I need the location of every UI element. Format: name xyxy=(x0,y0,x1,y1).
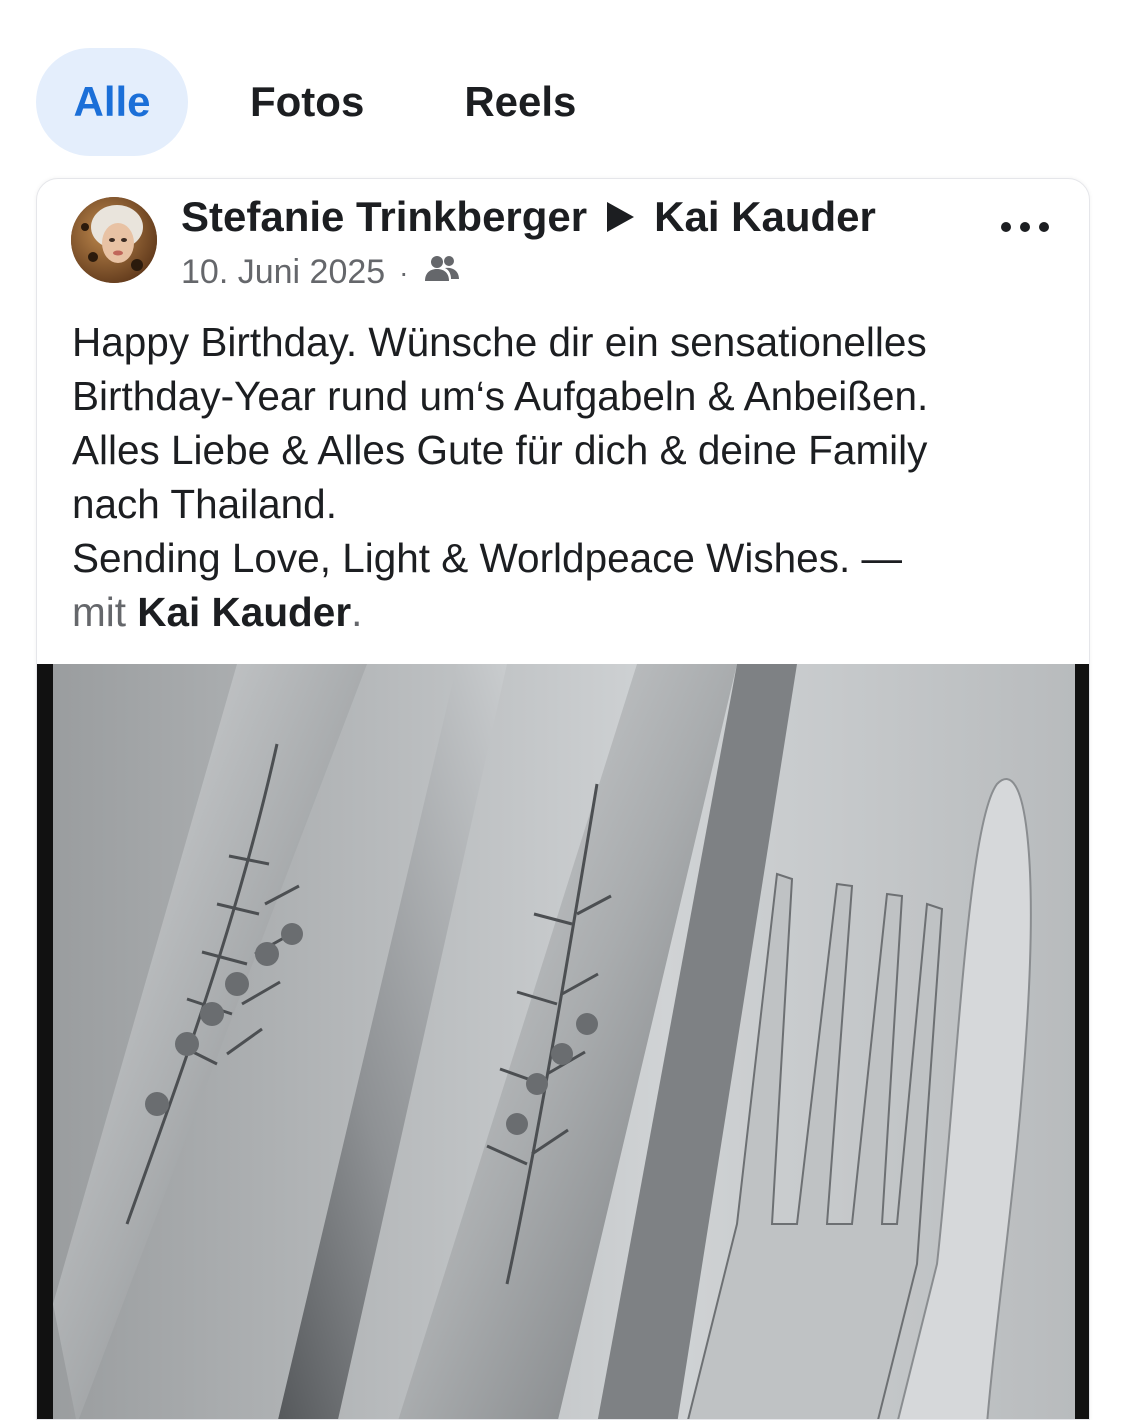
engraved-silver-cutlery-photo-icon xyxy=(37,664,1089,1419)
avatar[interactable] xyxy=(71,197,157,283)
post-text-line: Birthday-Year rund um‘s Aufgabeln & Anbe… xyxy=(72,373,929,419)
tab-alle[interactable]: Alle xyxy=(36,48,188,156)
tagged-person[interactable]: Kai Kauder xyxy=(137,589,351,635)
author-name[interactable]: Stefanie Trinkberger xyxy=(181,193,587,241)
tab-fotos[interactable]: Fotos xyxy=(250,48,364,156)
post-meta: 10. Juni 2025 · xyxy=(181,253,461,292)
tag-end: . xyxy=(351,589,363,635)
tagged-line: mit Kai Kauder. xyxy=(72,585,1072,639)
friends-icon[interactable] xyxy=(423,253,461,292)
mit-label: mit xyxy=(72,589,126,635)
post-card: Stefanie Trinkberger Kai Kauder 10. Juni… xyxy=(36,178,1090,1420)
post-header-title: Stefanie Trinkberger Kai Kauder xyxy=(181,193,876,241)
filter-tabs: Alle Fotos Reels xyxy=(36,48,576,156)
post-text-line: Sending Love, Light & Worldpeace Wishes.… xyxy=(72,535,902,581)
arrow-right-icon xyxy=(607,202,635,232)
more-options-icon[interactable] xyxy=(1001,217,1049,237)
avatar-photo-icon xyxy=(71,197,157,283)
recipient-name[interactable]: Kai Kauder xyxy=(654,193,876,241)
post-text-line: Happy Birthday. Wünsche dir ein sensatio… xyxy=(72,319,927,365)
post-text-line: nach Thailand. xyxy=(72,481,337,527)
tab-reels[interactable]: Reels xyxy=(464,48,576,156)
post-text: Happy Birthday. Wünsche dir ein sensatio… xyxy=(72,315,1072,639)
post-date[interactable]: 10. Juni 2025 xyxy=(181,253,385,292)
meta-separator: · xyxy=(399,256,409,288)
post-text-line: Alles Liebe & Alles Gute für dich & dein… xyxy=(72,427,928,473)
post-photo[interactable] xyxy=(37,664,1089,1419)
